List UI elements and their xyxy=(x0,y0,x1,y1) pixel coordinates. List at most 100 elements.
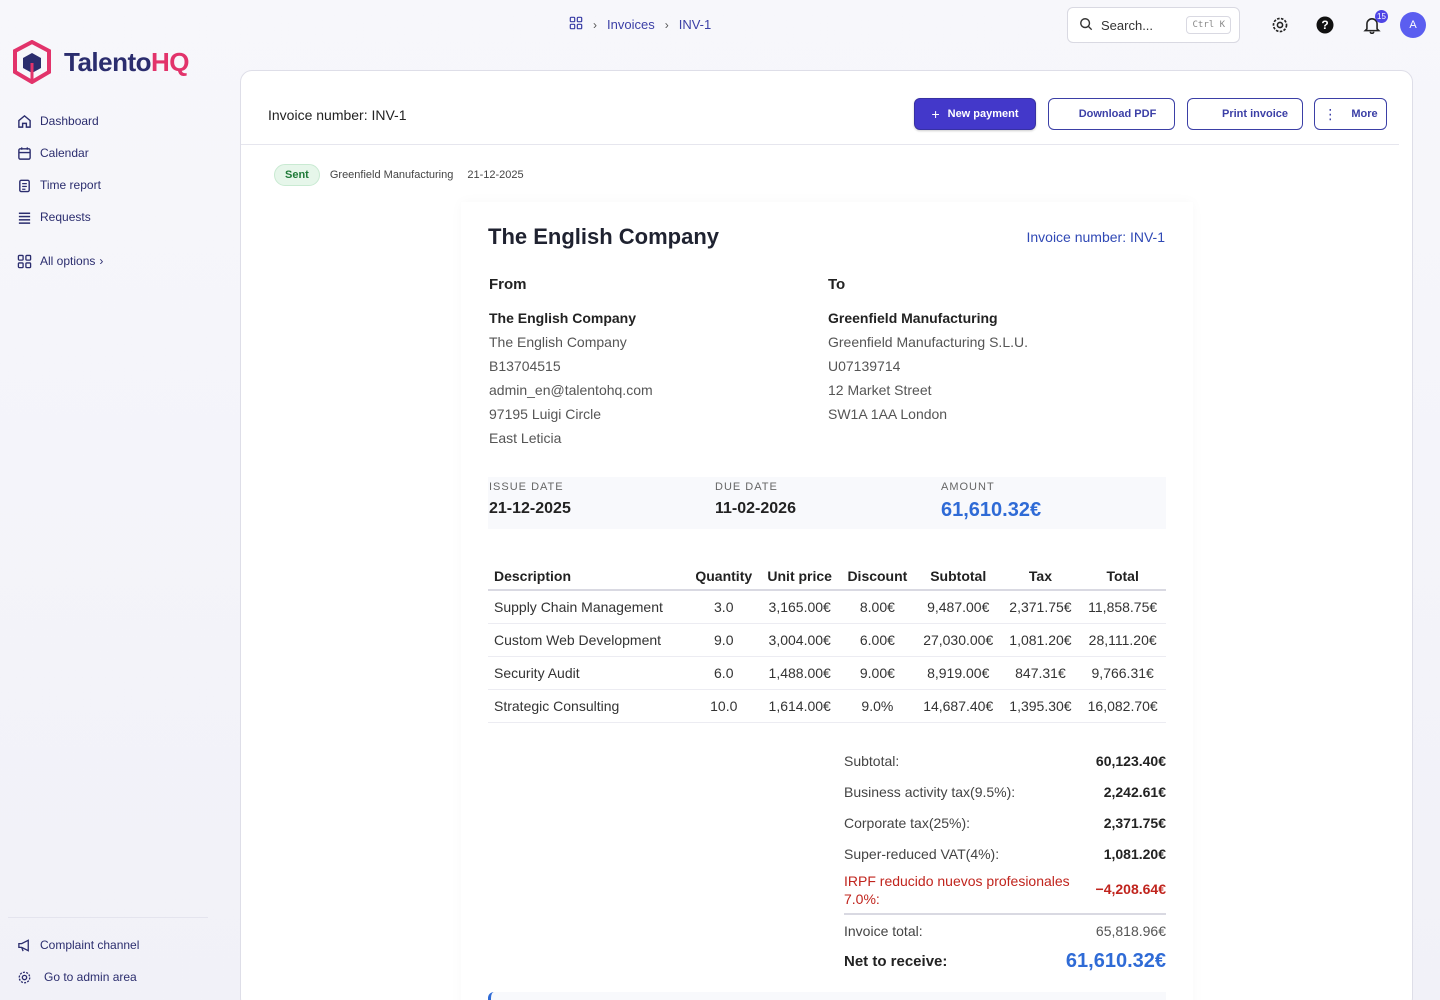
search-box[interactable]: Search... Ctrl K xyxy=(1067,7,1240,43)
more-button[interactable]: ⋮ More xyxy=(1314,98,1387,130)
from-line: B13704515 xyxy=(489,358,561,374)
due-date-label: DUE DATE xyxy=(715,481,778,493)
sidebar-item-label: Dashboard xyxy=(40,114,99,128)
table-cell: 3,004.00€ xyxy=(759,623,840,657)
net-to-receive-row: Net to receive: 61,610.32€ xyxy=(844,946,1166,977)
to-name: Greenfield Manufacturing xyxy=(828,310,998,326)
button-label: Download PDF xyxy=(1078,108,1157,120)
download-pdf-button[interactable]: Download PDF xyxy=(1048,98,1175,130)
gear-icon xyxy=(16,969,32,985)
table-cell: 1,081.20€ xyxy=(1001,623,1080,657)
irpf-row: IRPF reducido nuevos profesionales 7.0%:… xyxy=(844,869,1166,909)
from-name: The English Company xyxy=(489,310,637,326)
corporate-tax-value: 2,371.75€ xyxy=(1103,814,1166,831)
table-cell: 28,111.20€ xyxy=(1079,623,1166,657)
table-row: Custom Web Development 9.0 3,004.00€ 6.00€ 2… xyxy=(488,623,1166,657)
status-badge: Sent xyxy=(274,164,320,186)
chevron-right-icon: › xyxy=(99,254,104,268)
amount-label: AMOUNT xyxy=(941,481,995,493)
table-cell: 847.31€ xyxy=(1001,656,1080,690)
due-date-group: DUE DATE 11-02-2026 xyxy=(715,481,796,518)
invoice-total-row: Invoice total: 65,818.96€ xyxy=(844,915,1166,946)
plus-icon: + xyxy=(931,106,940,122)
help-icon[interactable]: ? xyxy=(1314,14,1336,36)
column-header: Quantity xyxy=(688,562,760,591)
clipboard-icon xyxy=(16,177,32,193)
column-header: Subtotal xyxy=(914,562,1002,591)
table-cell: 9.0 xyxy=(688,623,760,657)
table-cell: 1,488.00€ xyxy=(759,656,840,690)
column-header: Total xyxy=(1079,562,1166,591)
table-cell: 9.00€ xyxy=(839,656,915,690)
due-date-value: 11-02-2026 xyxy=(715,500,796,517)
table-cell: Custom Web Development xyxy=(488,623,688,657)
sidebar-footer: Complaint channel Go to admin area xyxy=(8,917,208,998)
column-header: Unit price xyxy=(759,562,840,591)
dates-panel: ISSUE DATE 21-12-2025 DUE DATE 11-02-202… xyxy=(488,477,1166,529)
table-cell: Supply Chain Management xyxy=(488,590,688,624)
subtotal-label: Subtotal: xyxy=(844,752,900,769)
search-input[interactable]: Search... xyxy=(1101,18,1186,33)
amount-value: 61,610.32€ xyxy=(941,499,1042,521)
print-invoice-button[interactable]: Print invoice xyxy=(1187,98,1303,130)
table-cell: 8,919.00€ xyxy=(914,656,1002,690)
settings-gear-icon[interactable] xyxy=(1269,14,1291,36)
chevron-right-icon: › xyxy=(593,17,597,32)
logo-cube-icon xyxy=(12,40,52,84)
company-name: The English Company xyxy=(488,224,720,249)
table-cell: Strategic Consulting xyxy=(488,689,688,723)
notification-badge: 15 xyxy=(1375,10,1388,23)
table-cell: 11,858.75€ xyxy=(1079,590,1166,624)
vat-label: Super-reduced VAT(4%): xyxy=(844,845,1000,862)
column-header: Description xyxy=(488,562,688,591)
table-cell: 9.0% xyxy=(839,689,915,723)
to-block: To Greenfield Manufacturing Greenfield M… xyxy=(828,273,1128,426)
breadcrumb-invoices[interactable]: Invoices xyxy=(607,17,655,32)
sidebar-item-admin-area[interactable]: Go to admin area xyxy=(16,966,208,988)
table-cell: 9,766.31€ xyxy=(1079,656,1166,690)
subtotal-value: 60,123.40€ xyxy=(1095,752,1166,769)
business-activity-tax-label: Business activity tax(9.5%): xyxy=(844,783,1016,800)
button-label: Print invoice xyxy=(1221,108,1289,120)
brand-logo[interactable]: TalentoHQ xyxy=(12,40,190,84)
apps-grid-icon[interactable] xyxy=(569,16,583,33)
line-items-table: Description Quantity Unit price Discount… xyxy=(488,562,1166,723)
table-row: Supply Chain Management 3.0 3,165.00€ 8.00€… xyxy=(488,590,1166,624)
avatar[interactable]: A xyxy=(1400,12,1426,38)
from-line: East Leticia xyxy=(489,430,562,446)
sidebar-item-requests[interactable]: Requests xyxy=(16,206,103,228)
corporate-tax-row: Corporate tax(25%): 2,371.75€ xyxy=(844,807,1166,838)
table-cell: 1,395.30€ xyxy=(1001,689,1080,723)
sidebar-item-label: Time report xyxy=(40,178,101,192)
invoice-card: Invoice number: INV-1 + New payment Down… xyxy=(240,70,1413,1000)
search-icon xyxy=(1079,17,1093,34)
issue-date-value: 21-12-2025 xyxy=(489,500,571,517)
table-cell: 16,082.70€ xyxy=(1079,689,1166,723)
breadcrumb-current: INV-1 xyxy=(678,17,712,32)
sidebar-item-label: Complaint channel xyxy=(40,938,140,952)
net-to-receive-label: Net to receive: xyxy=(844,953,948,970)
sidebar: TalentoHQ Dashboard Calendar Time report… xyxy=(0,0,225,1000)
client-name: Greenfield Manufacturing xyxy=(329,169,454,181)
from-block: From The English Company The English Com… xyxy=(489,273,789,450)
to-line: 12 Market Street xyxy=(828,382,932,398)
from-heading: From xyxy=(489,276,527,293)
table-cell: 27,030.00€ xyxy=(914,623,1002,657)
sidebar-item-time-report[interactable]: Time report xyxy=(16,174,103,196)
vat-row: Super-reduced VAT(4%): 1,081.20€ xyxy=(844,838,1166,869)
business-activity-tax-row: Business activity tax(9.5%): 2,242.61€ xyxy=(844,776,1166,807)
from-line: The English Company xyxy=(489,334,627,350)
subtotal-row: Subtotal: 60,123.40€ xyxy=(844,745,1166,776)
brand-name: TalentoHQ xyxy=(64,46,190,77)
invoice-meta: Sent Greenfield Manufacturing 21-12-2025 xyxy=(274,164,524,186)
table-row: Strategic Consulting 10.0 1,614.00€ 9.0% 14,… xyxy=(488,689,1166,723)
calendar-icon xyxy=(16,145,32,161)
issue-date-label: ISSUE DATE xyxy=(489,481,564,493)
sidebar-item-complaint-channel[interactable]: Complaint channel xyxy=(16,934,208,956)
sidebar-item-all-options[interactable]: All options › xyxy=(16,250,103,272)
new-payment-button[interactable]: + New payment xyxy=(914,98,1036,130)
vat-value: 1,081.20€ xyxy=(1103,845,1166,862)
sidebar-item-calendar[interactable]: Calendar xyxy=(16,142,103,164)
sidebar-item-dashboard[interactable]: Dashboard xyxy=(16,110,103,132)
sidebar-item-label: Calendar xyxy=(40,146,89,160)
